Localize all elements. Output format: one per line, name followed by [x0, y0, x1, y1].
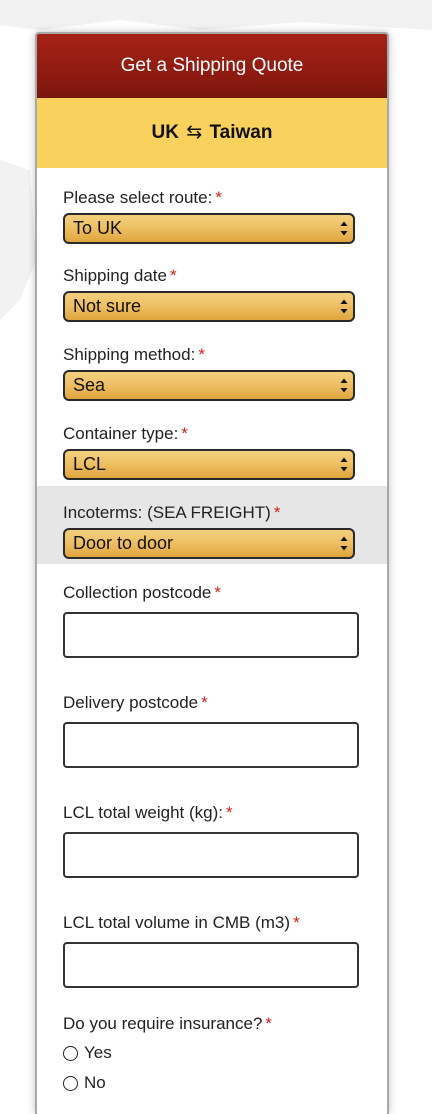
shipping-method-label: Shipping method: * [63, 345, 205, 364]
delivery-postcode-input[interactable] [63, 722, 359, 768]
shipping-date-select[interactable]: Not sure [63, 291, 355, 322]
updown-chevron-icon [340, 457, 348, 472]
shipping-date-field: Shipping date * Not sure [37, 244, 387, 322]
route-to: Taiwan [209, 122, 273, 143]
lcl-volume-field: LCL total volume in CMB (m3) * [37, 878, 387, 988]
route-field: Please select route: * To UK [37, 168, 387, 244]
shipping-method-field: Shipping method: * Sea [37, 322, 387, 401]
required-asterisk: * [201, 693, 208, 712]
incoterms-select-value: Door to door [73, 533, 174, 553]
required-asterisk: * [214, 583, 221, 602]
insurance-option-yes-label: Yes [84, 1043, 112, 1062]
incoterms-field: Incoterms: (SEA FREIGHT) * Door to door [37, 486, 387, 564]
required-asterisk: * [226, 803, 233, 822]
shipping-date-select-value: Not sure [73, 296, 142, 316]
collection-postcode-field: Collection postcode * [37, 564, 387, 658]
container-type-field: Container type: * LCL [37, 401, 387, 480]
lcl-volume-input[interactable] [63, 942, 359, 988]
container-type-select[interactable]: LCL [63, 449, 355, 480]
route-select[interactable]: To UK [63, 213, 355, 244]
route-bar: UK ⇆ Taiwan [37, 98, 387, 168]
required-asterisk: * [181, 424, 188, 443]
route-label: Please select route: * [63, 188, 222, 207]
delivery-postcode-field: Delivery postcode * [37, 658, 387, 768]
lcl-weight-input[interactable] [63, 832, 359, 878]
container-type-label: Container type: * [63, 424, 188, 443]
form-title: Get a Shipping Quote [37, 34, 387, 98]
lcl-volume-label: LCL total volume in CMB (m3) * [63, 913, 300, 932]
route-select-value: To UK [73, 218, 123, 238]
shipping-quote-panel: Get a Shipping Quote UK ⇆ Taiwan Please … [35, 32, 389, 1114]
quote-form: Please select route: * To UK Shipping dat… [37, 168, 387, 1098]
incoterms-label: Incoterms: (SEA FREIGHT) * [63, 503, 281, 522]
swap-arrows-icon: ⇆ [186, 122, 203, 143]
radio-circle-icon[interactable] [63, 1045, 78, 1061]
updown-chevron-icon [340, 536, 348, 551]
required-asterisk: * [215, 188, 222, 207]
required-asterisk: * [198, 345, 205, 364]
collection-postcode-label: Collection postcode * [63, 583, 221, 602]
insurance-option-no-label: No [84, 1073, 106, 1092]
collection-postcode-input[interactable] [63, 612, 359, 658]
insurance-label: Do you require insurance? * [63, 1014, 273, 1033]
required-asterisk: * [169, 266, 177, 285]
insurance-option-no[interactable]: No [63, 1068, 361, 1098]
incoterms-select[interactable]: Door to door [63, 528, 355, 559]
insurance-option-yes[interactable]: Yes [63, 1038, 361, 1068]
required-asterisk: * [273, 503, 281, 522]
lcl-weight-label: LCL total weight (kg): * [63, 803, 233, 822]
shipping-date-label: Shipping date * [63, 266, 177, 285]
shipping-method-select[interactable]: Sea [63, 370, 355, 401]
radio-circle-icon[interactable] [63, 1075, 78, 1091]
required-asterisk: * [293, 913, 300, 932]
lcl-weight-field: LCL total weight (kg): * [37, 768, 387, 878]
shipping-method-select-value: Sea [73, 375, 106, 395]
delivery-postcode-label: Delivery postcode * [63, 693, 208, 712]
updown-chevron-icon [340, 299, 348, 314]
required-asterisk: * [265, 1014, 273, 1033]
insurance-field: Do you require insurance? * Yes No [37, 988, 387, 1098]
container-type-select-value: LCL [73, 454, 107, 474]
route-from: UK [151, 122, 179, 143]
updown-chevron-icon [340, 378, 348, 393]
updown-chevron-icon [340, 221, 348, 236]
